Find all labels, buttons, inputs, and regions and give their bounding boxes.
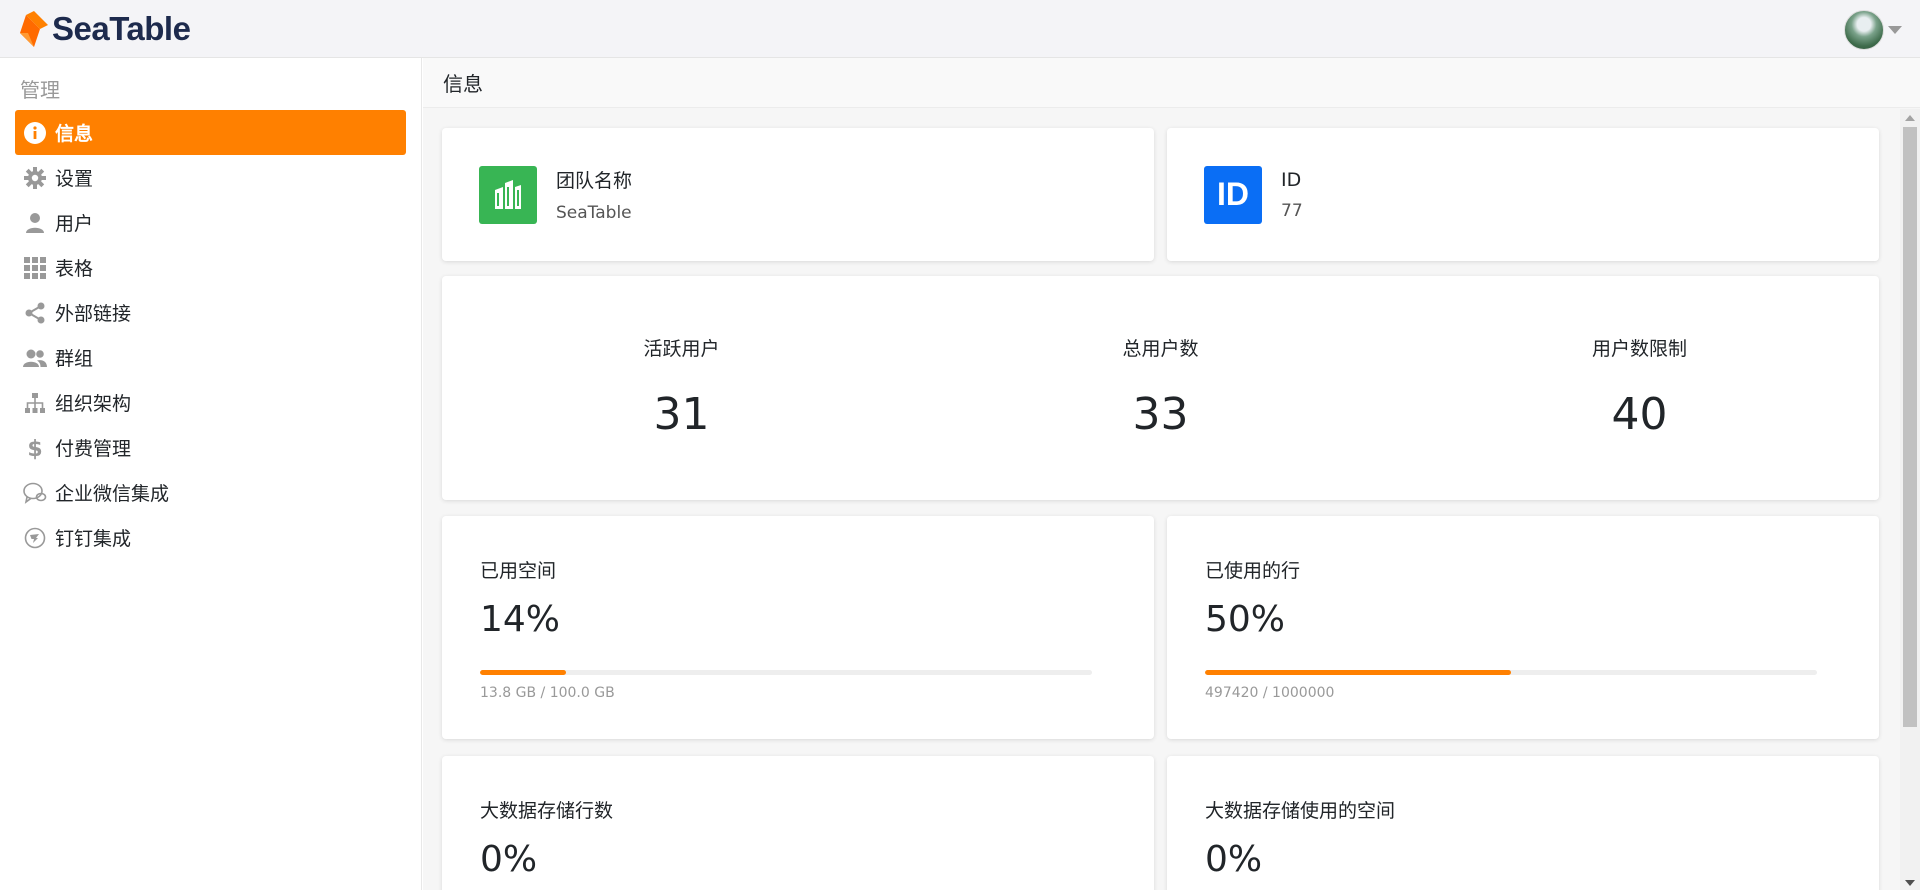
usage-label: 已使用的行: [1205, 560, 1301, 582]
team-id-card: ID ID 77: [1167, 128, 1879, 261]
usage-caption: 497420 / 1000000: [1205, 685, 1335, 701]
usage-percent: 0%: [1205, 839, 1263, 880]
usage-label: 大数据存储使用的空间: [1205, 800, 1396, 822]
sidebar-heading: 管理: [20, 78, 60, 102]
sidebar-item-label: 设置: [55, 168, 94, 190]
top-header: SeaTable: [0, 0, 1920, 58]
gear-icon: [23, 166, 47, 190]
user-stats-card: 活跃用户 31 总用户数 33 用户数限制 40: [442, 276, 1879, 500]
breadcrumb: 信息: [423, 58, 1920, 108]
storage-progress-bar: [480, 670, 1092, 675]
sidebar-item-label: 组织架构: [55, 393, 132, 415]
sidebar-item-external-links[interactable]: 外部链接: [15, 290, 406, 335]
stat-value: 33: [1132, 389, 1189, 440]
sidebar-item-label: 外部链接: [55, 303, 132, 325]
usage-percent: 0%: [480, 839, 538, 880]
sidebar-item-settings[interactable]: 设置: [15, 155, 406, 200]
id-icon-text: ID: [1217, 176, 1249, 212]
main-content: 信息 团队名称 SeaTable ID ID 77 活跃用户 31 总用户数 3…: [423, 58, 1920, 890]
sidebar-item-billing[interactable]: $ 付费管理: [15, 425, 406, 470]
rows-progress-bar: [1205, 670, 1817, 675]
building-icon: [479, 165, 537, 224]
seatable-logo[interactable]: SeaTable: [20, 9, 191, 48]
scroll-up-arrow-icon[interactable]: [1905, 115, 1915, 121]
stat-value: 31: [653, 389, 710, 440]
total-users-stat: 总用户数 33: [921, 276, 1400, 500]
progress-fill: [1205, 670, 1511, 675]
avatar[interactable]: [1844, 10, 1884, 50]
org-chart-icon: [23, 391, 47, 415]
sidebar-item-groups[interactable]: 群组: [15, 335, 406, 380]
logo-text: SeaTable: [52, 9, 191, 47]
rows-usage-card: 已使用的行 50% 497420 / 1000000: [1167, 516, 1879, 739]
stat-label: 活跃用户: [643, 338, 720, 360]
account-menu[interactable]: [1844, 10, 1902, 50]
info-icon: [23, 121, 47, 145]
group-icon: [23, 346, 47, 370]
sidebar-item-users[interactable]: 用户: [15, 200, 406, 245]
user-icon: [23, 211, 47, 235]
sidebar-item-label: 钉钉集成: [55, 528, 132, 550]
page-title: 信息: [443, 72, 483, 96]
stat-label: 总用户数: [1122, 338, 1199, 360]
storage-usage-card: 已用空间 14% 13.8 GB / 100.0 GB: [442, 516, 1154, 739]
sidebar-item-org-structure[interactable]: 组织架构: [15, 380, 406, 425]
sidebar-item-info[interactable]: 信息: [15, 110, 406, 155]
svg-text:$: $: [27, 437, 42, 460]
sidebar-item-label: 表格: [55, 258, 94, 280]
sidebar-item-label: 信息: [55, 123, 94, 145]
user-limit-stat: 用户数限制 40: [1400, 276, 1879, 500]
wechat-icon: [23, 481, 47, 505]
stat-label: 用户数限制: [1591, 338, 1687, 360]
seatable-logo-icon: [20, 10, 48, 47]
vertical-scrollbar[interactable]: [1900, 109, 1920, 890]
share-icon: [23, 301, 47, 325]
sidebar-item-dingtalk[interactable]: 钉钉集成: [15, 515, 406, 560]
usage-label: 大数据存储行数: [480, 800, 614, 822]
sidebar-item-label: 企业微信集成: [55, 483, 170, 505]
usage-percent: 14%: [480, 599, 561, 640]
sidebar-item-tables[interactable]: 表格: [15, 245, 406, 290]
sidebar: 管理 信息 设置 用户 表格 外部链接 群组 组织架构 $ 付费管理 企业微信集…: [0, 58, 422, 890]
bigdata-storage-card: 大数据存储使用的空间 0%: [1167, 756, 1879, 890]
progress-fill: [480, 670, 566, 675]
dingtalk-icon: [23, 526, 47, 550]
team-id-value: 77: [1281, 200, 1303, 221]
bigdata-rows-card: 大数据存储行数 0%: [442, 756, 1154, 890]
id-icon: ID: [1204, 165, 1262, 224]
sidebar-item-label: 付费管理: [55, 438, 132, 460]
sidebar-item-wechat[interactable]: 企业微信集成: [15, 470, 406, 515]
team-name-label: 团队名称: [556, 170, 633, 192]
usage-percent: 50%: [1205, 599, 1286, 640]
usage-label: 已用空间: [480, 560, 557, 582]
sidebar-item-label: 用户: [55, 213, 94, 235]
sidebar-item-label: 群组: [55, 348, 94, 370]
team-name-value: SeaTable: [556, 203, 632, 223]
sidebar-nav: 信息 设置 用户 表格 外部链接 群组 组织架构 $ 付费管理 企业微信集成 钉…: [0, 110, 421, 560]
usage-caption: 13.8 GB / 100.0 GB: [480, 685, 615, 701]
grid-icon: [23, 256, 47, 280]
team-id-label: ID: [1281, 168, 1302, 191]
scrollbar-thumb[interactable]: [1903, 127, 1917, 727]
dollar-icon: $: [23, 436, 47, 460]
stat-value: 40: [1611, 389, 1668, 440]
active-users-stat: 活跃用户 31: [442, 276, 921, 500]
chevron-down-icon[interactable]: [1888, 26, 1902, 34]
team-name-card: 团队名称 SeaTable: [442, 128, 1154, 261]
scroll-down-arrow-icon[interactable]: [1905, 880, 1915, 886]
